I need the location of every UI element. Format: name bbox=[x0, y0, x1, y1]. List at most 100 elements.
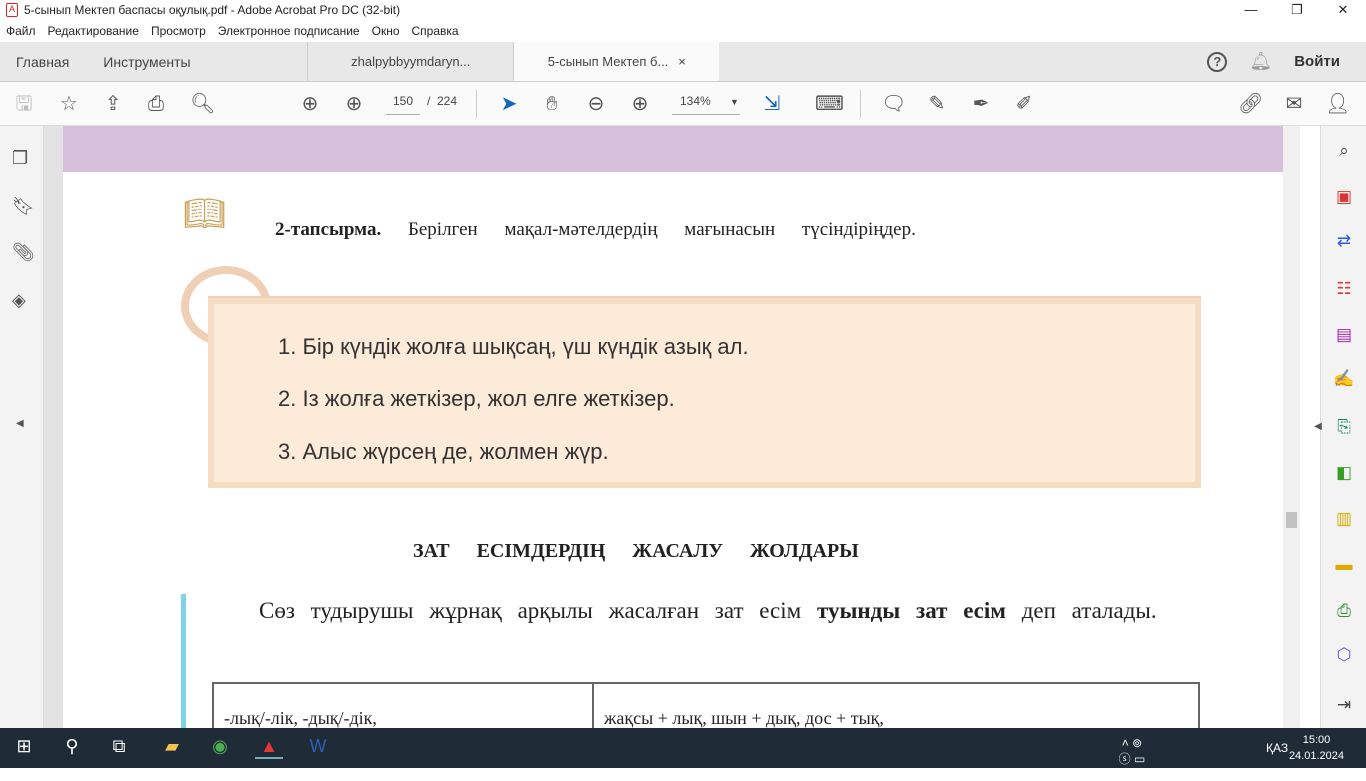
proverb-item: 1. Бір күндік жолға шықсаң, үш күндік аз… bbox=[278, 334, 749, 359]
menu-window[interactable]: Окно bbox=[372, 24, 400, 38]
collapse-left-icon[interactable]: ◀ bbox=[16, 418, 24, 429]
add-user-icon[interactable]: 👤︎ bbox=[1325, 92, 1350, 116]
expand-right-icon[interactable]: ◀ bbox=[1307, 416, 1329, 438]
task-instruction: 2-тапсырма. Берілген мақал-мәтелдердің м… bbox=[275, 219, 916, 241]
tools-pane: ⌕ ▣ ⇄ ☷ ▤ ✍ ⎘ ◧ ▥ ▬ ⎙ ⬡ ⇥ ◀ bbox=[1314, 126, 1366, 728]
suffix-table: -лық/-лік, -дық/-дік, жақсы + лық, шын +… bbox=[212, 682, 1200, 728]
close-tab-icon[interactable]: × bbox=[678, 54, 686, 69]
scan-icon[interactable]: ⎙ bbox=[1333, 600, 1355, 622]
para-text: Сөз тудырушы жұрнақ арқылы жасалған зат … bbox=[259, 598, 817, 623]
task-label: 2-тапсырма. bbox=[275, 219, 382, 240]
page-thumbnails-icon[interactable]: ❐ bbox=[12, 148, 28, 169]
highlight-icon[interactable]: ✎ bbox=[925, 92, 949, 116]
upload-cloud-icon[interactable]: ⇪ bbox=[101, 92, 125, 116]
comment-tool-icon[interactable]: ▬ bbox=[1333, 554, 1355, 576]
windows-start-icon[interactable]: ⊞ bbox=[10, 736, 38, 757]
tab-document-1[interactable]: zhalpybbyymdaryn... bbox=[307, 42, 513, 81]
toolbar: 🖫 ☆ ⇪ ⎙ 🔍︎ ⊕ ⊕ 150 / 224 ➤ ✋︎ ⊖ ⊕ 134% ▼… bbox=[0, 82, 1366, 126]
tab-tools[interactable]: Инструменты bbox=[85, 42, 307, 81]
select-cursor-icon[interactable]: ➤ bbox=[497, 92, 521, 116]
tray-icons[interactable]: ˄ ⊚ ⓢ ▭ ◂) bbox=[1118, 736, 1146, 781]
zoom-in-icon[interactable]: ⊕ bbox=[628, 92, 652, 116]
proverb-item: 3. Алыс жүрсең де, жолмен жүр. bbox=[278, 439, 609, 464]
word-icon[interactable]: W bbox=[304, 736, 332, 757]
sign-icon[interactable]: ✒ bbox=[969, 92, 993, 116]
comment-icon[interactable]: 🗨︎ bbox=[881, 92, 906, 116]
page-separator: / bbox=[427, 94, 431, 108]
tab-label: zhalpybbyymdaryn... bbox=[351, 54, 471, 69]
file-explorer-icon[interactable]: ▰ bbox=[158, 736, 186, 757]
search-tools-icon[interactable]: ⌕ bbox=[1333, 140, 1355, 162]
pdf-page: 📖︎ 2-тапсырма. Берілген мақал-мәтелдерді… bbox=[63, 126, 1283, 728]
menu-sign[interactable]: Электронное подписание bbox=[218, 24, 360, 38]
attachments-icon[interactable]: 📎︎ bbox=[12, 242, 35, 263]
zoom-value: 134% bbox=[680, 94, 711, 108]
email-icon[interactable]: ✉ bbox=[1282, 92, 1306, 116]
send-review-icon[interactable]: ⎘ bbox=[1333, 416, 1355, 438]
language-indicator[interactable]: ҚАЗ bbox=[1266, 741, 1288, 755]
title-bar: A 5-сынып Мектеп баспасы оқулық.pdf - Ad… bbox=[0, 0, 1366, 20]
book-pen-icon: 📖︎ bbox=[183, 195, 227, 233]
search-icon[interactable]: ⚲ bbox=[58, 736, 86, 757]
search-icon[interactable]: 🔍︎ bbox=[190, 92, 215, 116]
left-nav-panel: ❐ 🔖︎ 📎︎ ◈ ◀ bbox=[0, 126, 44, 728]
table-cell: жақсы + лық, шын + дық, дос + тық, bbox=[604, 708, 884, 728]
table-cell: -лық/-лік, -дық/-дік, bbox=[214, 684, 594, 728]
chevron-down-icon: ▼ bbox=[730, 97, 739, 107]
tab-bar: Главная Инструменты zhalpybbyymdaryn... … bbox=[0, 42, 1366, 82]
document-view: 📖︎ 2-тапсырма. Берілген мақал-мәтелдерді… bbox=[44, 126, 1300, 728]
definition-paragraph: Сөз тудырушы жұрнақ арқылы жасалған зат … bbox=[211, 592, 1196, 629]
para-text: деп аталады. bbox=[1005, 598, 1157, 623]
tab-document-2[interactable]: 5-сынып Мектеп б... × bbox=[513, 42, 720, 81]
next-page-icon[interactable]: ⊕ bbox=[342, 92, 366, 116]
tab-home[interactable]: Главная bbox=[0, 42, 85, 81]
menu-bar: Файл Редактирование Просмотр Электронное… bbox=[0, 20, 1366, 42]
scrollbar-thumb[interactable] bbox=[1286, 512, 1297, 528]
page-number-input[interactable]: 150 bbox=[386, 94, 420, 115]
collapse-pane-icon[interactable]: ⇥ bbox=[1333, 694, 1355, 716]
menu-edit[interactable]: Редактирование bbox=[48, 24, 139, 38]
taskbar: ⊞ ⚲ ⧉ ▰ ◉ ▲ W ˄ ⊚ ⓢ ▭ ◂) ҚАЗ 15:00 24.01.… bbox=[0, 728, 1366, 781]
acrobat-taskbar-icon[interactable]: ▲ bbox=[255, 736, 283, 759]
page-fit-icon[interactable]: ⇲ bbox=[760, 92, 784, 116]
stamp-icon[interactable]: ▥ bbox=[1333, 508, 1355, 530]
create-pdf-icon[interactable]: ▣ bbox=[1333, 186, 1355, 208]
fill-sign-icon[interactable]: ✍ bbox=[1333, 368, 1355, 390]
zoom-select[interactable]: 134% ▼ bbox=[672, 94, 740, 115]
export-pdf-icon[interactable]: ⇄ bbox=[1333, 230, 1355, 252]
vertical-scrollbar[interactable] bbox=[1283, 126, 1300, 728]
zoom-out-icon[interactable]: ⊖ bbox=[584, 92, 608, 116]
bookmarks-icon[interactable]: 🔖︎ bbox=[12, 196, 35, 217]
menu-view[interactable]: Просмотр bbox=[151, 24, 206, 38]
compare-icon[interactable]: ◧ bbox=[1333, 462, 1355, 484]
edit-stamp-icon[interactable]: ✐ bbox=[1012, 92, 1036, 116]
hand-tool-icon[interactable]: ✋︎ bbox=[540, 92, 564, 116]
edit-pdf-icon[interactable]: ▤ bbox=[1333, 324, 1355, 346]
maximize-button[interactable]: ❐ bbox=[1274, 0, 1320, 20]
login-button[interactable]: Войти bbox=[1294, 53, 1340, 70]
proverb-item: 2. Із жолға жеткізер, жол елге жеткізер. bbox=[278, 386, 675, 411]
organize-pages-icon[interactable]: ☷ bbox=[1333, 278, 1355, 300]
acrobat-icon: A bbox=[6, 3, 18, 17]
section-heading: ЗАТ ЕСІМДЕРДІҢ ЖАСАЛУ ЖОЛДАРЫ bbox=[413, 540, 859, 562]
protect-icon[interactable]: ⬡ bbox=[1333, 644, 1355, 666]
task-view-icon[interactable]: ⧉ bbox=[105, 736, 133, 757]
prev-page-icon[interactable]: ⊕ bbox=[298, 92, 322, 116]
bell-icon[interactable]: 🔔︎ bbox=[1249, 51, 1272, 72]
help-icon[interactable]: ? bbox=[1207, 51, 1228, 72]
page-total: 224 bbox=[437, 94, 458, 108]
clock[interactable]: 15:00 24.01.2024 bbox=[1289, 732, 1344, 764]
window-title: 5-сынып Мектеп баспасы оқулық.pdf - Adob… bbox=[24, 3, 401, 17]
tab-label: 5-сынып Мектеп б... bbox=[547, 53, 669, 69]
chrome-icon[interactable]: ◉ bbox=[206, 736, 234, 757]
scroll-mode-icon[interactable]: ⌨ bbox=[815, 92, 844, 116]
save-icon[interactable]: 🖫 bbox=[12, 92, 36, 116]
bookmark-star-icon[interactable]: ☆ bbox=[57, 92, 81, 116]
close-button[interactable]: ✕ bbox=[1320, 0, 1366, 20]
share-link-icon[interactable]: 🔗︎ bbox=[1238, 92, 1263, 116]
minimize-button[interactable]: — bbox=[1228, 0, 1274, 20]
layers-icon[interactable]: ◈ bbox=[12, 290, 26, 311]
print-icon[interactable]: ⎙ bbox=[144, 92, 168, 116]
menu-file[interactable]: Файл bbox=[6, 24, 36, 38]
menu-help[interactable]: Справка bbox=[412, 24, 459, 38]
